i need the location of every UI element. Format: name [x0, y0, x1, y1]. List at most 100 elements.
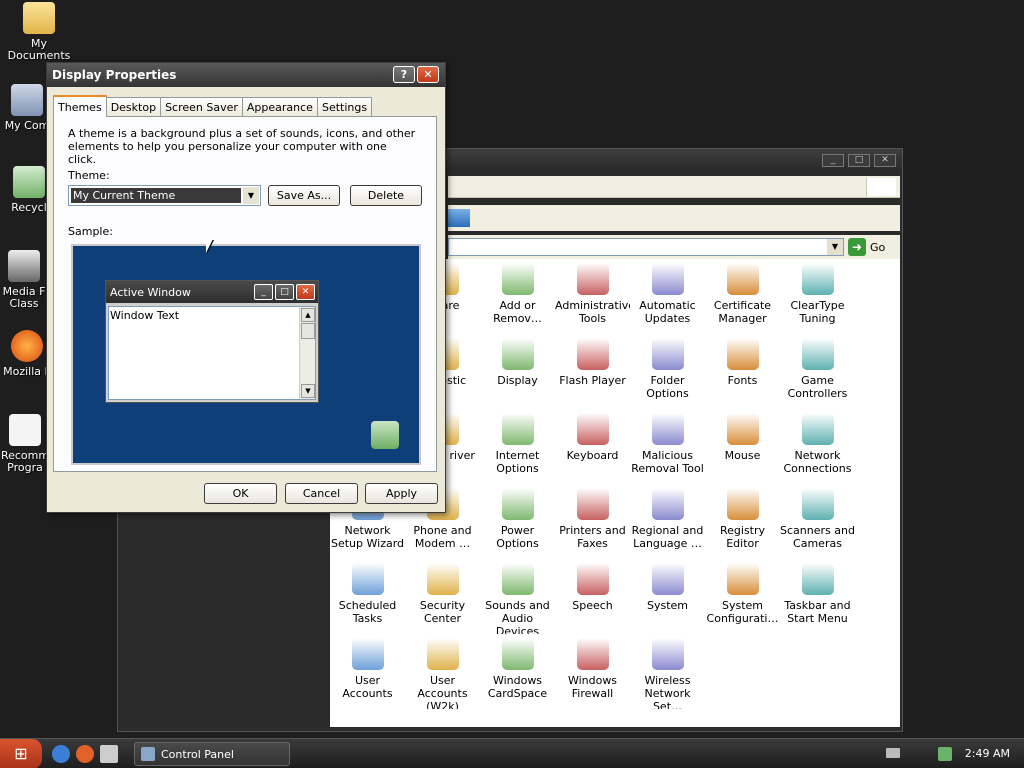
control-panel-item[interactable]: Registry Editor [705, 484, 780, 559]
control-panel-item[interactable]: Game Controllers [780, 334, 855, 409]
close-icon: ✕ [296, 284, 315, 300]
dialog-titlebar[interactable]: Display Properties ? ✕ [47, 63, 445, 87]
firefox-icon[interactable] [76, 745, 94, 763]
keyboard-icon [576, 413, 609, 445]
save-as-button[interactable]: Save As... [268, 185, 340, 206]
network-icon[interactable] [938, 747, 952, 761]
desktop-icon-label: Recycl [11, 201, 47, 214]
control-panel-item-label: Sounds and Audio Devices [485, 599, 550, 634]
control-panel-item[interactable]: Regional and Language … [630, 484, 705, 559]
internet-explorer-icon[interactable] [52, 745, 70, 763]
control-panel-item[interactable]: Keyboard [555, 409, 630, 484]
control-panel-item[interactable]: Network Connections [780, 409, 855, 484]
control-panel-item[interactable]: Windows Firewall [555, 634, 630, 709]
go-label: Go [870, 240, 886, 254]
control-panel-item-label: Folder Options [646, 374, 689, 400]
control-panel-item[interactable]: ClearType Tuning [780, 259, 855, 334]
tab-screen-saver[interactable]: Screen Saver [160, 97, 243, 117]
cancel-button[interactable]: Cancel [285, 483, 358, 504]
control-panel-item[interactable]: System [630, 559, 705, 634]
control-panel-item[interactable]: Display [480, 334, 555, 409]
delete-button[interactable]: Delete [350, 185, 422, 206]
tab-themes[interactable]: Themes [53, 95, 107, 117]
control-panel-item[interactable]: Scanners and Cameras [780, 484, 855, 559]
views-button[interactable] [448, 209, 470, 227]
computer-icon [11, 84, 43, 116]
fonts-icon [726, 338, 759, 370]
control-panel-item[interactable]: Administrative Tools [555, 259, 630, 334]
keyboard-icon[interactable] [886, 748, 900, 758]
add-remove-icon [501, 263, 534, 295]
chevron-down-icon[interactable]: ▼ [827, 239, 843, 255]
control-panel-item[interactable]: Mouse [705, 409, 780, 484]
firewall-icon [576, 638, 609, 670]
display-icon [501, 338, 534, 370]
control-panel-item[interactable]: Automatic Updates [630, 259, 705, 334]
flash-icon [576, 338, 609, 370]
control-panel-item[interactable]: Security Center [405, 559, 480, 634]
sample-active-window: Active Window _ □ ✕ Window Text ▲ ▼ [105, 280, 319, 403]
control-panel-item[interactable]: Malicious Removal Tool [630, 409, 705, 484]
sample-scrollbar: ▲ ▼ [299, 307, 315, 399]
start-button[interactable]: ⊞ [0, 739, 42, 768]
control-panel-item[interactable]: Flash Player [555, 334, 630, 409]
minimize-icon: _ [254, 284, 273, 300]
chevron-down-icon[interactable]: ▼ [243, 187, 259, 204]
control-panel-item[interactable]: Scheduled Tasks [330, 559, 405, 634]
control-panel-item-label: Flash Player [559, 374, 626, 387]
menu-bar [448, 176, 900, 198]
tab-settings[interactable]: Settings [316, 97, 373, 117]
control-panel-item[interactable]: Sounds and Audio Devices [480, 559, 555, 634]
admin-tools-icon [576, 263, 609, 295]
theme-select[interactable]: My Current Theme ▼ [68, 185, 261, 206]
scroll-thumb [301, 323, 315, 339]
address-input[interactable]: ▼ [448, 238, 844, 256]
control-panel-item[interactable]: Internet Options [480, 409, 555, 484]
document-icon [9, 414, 41, 446]
tab-desktop[interactable]: Desktop [105, 97, 162, 117]
close-button[interactable]: ✕ [417, 66, 439, 83]
control-panel-item[interactable]: Folder Options [630, 334, 705, 409]
mouse-icon [726, 413, 759, 445]
control-panel-item[interactable]: System Configurati… [705, 559, 780, 634]
help-button[interactable]: ? [393, 66, 415, 83]
apply-button[interactable]: Apply [365, 483, 438, 504]
control-panel-item-label: Display [497, 374, 538, 387]
control-panel-item[interactable]: Add or Remov… [480, 259, 555, 334]
tab-appearance[interactable]: Appearance [241, 97, 318, 117]
control-panel-item[interactable]: Certificate Manager [705, 259, 780, 334]
taskbar-item-control-panel[interactable]: Control Panel [134, 742, 290, 766]
address-bar: ▼ ➜ Go [448, 235, 900, 259]
cardspace-icon [501, 638, 534, 670]
network-icon [801, 413, 834, 445]
close-button[interactable]: ✕ [874, 154, 896, 167]
desktop-icon-my-documents[interactable]: My Documents [0, 2, 78, 62]
wireless-icon [651, 638, 684, 670]
media-player-icon[interactable] [100, 745, 118, 763]
control-panel-item-label: Printers and Faxes [559, 524, 626, 550]
control-panel-item[interactable]: Power Options [480, 484, 555, 559]
control-panel-item-label: Power Options [496, 524, 539, 550]
control-panel-item-label: Speech [572, 599, 613, 612]
printer-icon [576, 488, 609, 520]
ok-button[interactable]: OK [204, 483, 277, 504]
control-panel-item[interactable]: Windows CardSpace [480, 634, 555, 709]
control-panel-item[interactable]: Speech [555, 559, 630, 634]
control-panel-item-label: Add or Remov… [493, 299, 542, 325]
control-panel-item[interactable]: Taskbar and Start Menu [780, 559, 855, 634]
globe-icon [651, 263, 684, 295]
control-panel-item-label: Game Controllers [787, 374, 848, 400]
go-arrow-icon: ➜ [848, 238, 866, 256]
control-panel-item[interactable]: Fonts [705, 334, 780, 409]
go-button[interactable]: ➜ Go [848, 238, 885, 256]
themes-panel: A theme is a background plus a set of so… [53, 116, 437, 472]
control-panel-item-label: Network Setup Wizard [330, 524, 405, 550]
control-panel-item[interactable]: Wireless Network Set… [630, 634, 705, 709]
taskbar: ⊞ Control Panel 2:49 AM [0, 738, 1024, 768]
control-panel-item[interactable]: User Accounts [330, 634, 405, 709]
maximize-button[interactable]: □ [848, 154, 870, 167]
control-panel-item[interactable]: Printers and Faxes [555, 484, 630, 559]
control-panel-item[interactable]: User Accounts (W2k) [405, 634, 480, 709]
minimize-button[interactable]: _ [822, 154, 844, 167]
recycle-bin-icon [13, 166, 45, 198]
